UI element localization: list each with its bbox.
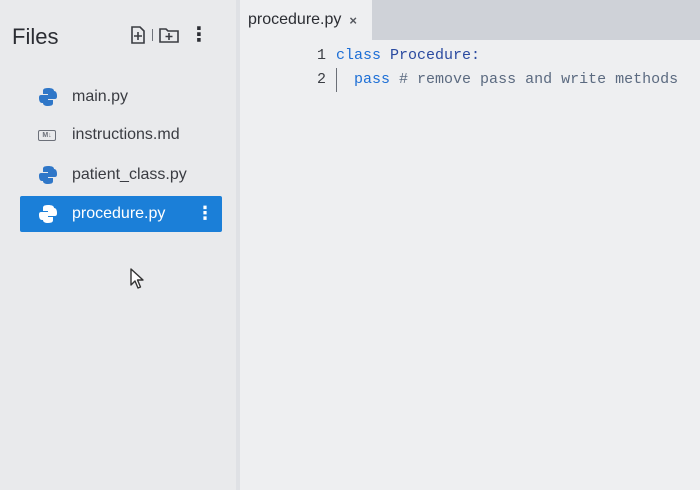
line-number-gutter: 1 2 xyxy=(280,44,336,92)
md-badge: M↓ xyxy=(38,129,56,141)
code-editor[interactable]: class Procedure: pass # remove pass and … xyxy=(336,44,678,92)
python-icon xyxy=(38,165,62,185)
code-keyword: pass xyxy=(354,71,391,88)
file-name: instructions.md xyxy=(72,126,180,143)
files-title: Files xyxy=(12,24,59,49)
mouse-pointer-icon xyxy=(130,268,144,289)
editor-area: procedure.py × 1 2 class Procedure: pass… xyxy=(240,0,700,490)
code-keyword: class xyxy=(336,47,382,64)
line-number: 2 xyxy=(316,71,326,88)
file-item-instructions[interactable]: M↓ instructions.md xyxy=(20,117,222,153)
close-tab-icon[interactable]: × xyxy=(349,13,357,28)
new-file-icon[interactable] xyxy=(130,26,146,44)
file-name: main.py xyxy=(72,88,129,105)
file-menu-icon[interactable]: ⋮ xyxy=(196,203,214,224)
markdown-icon: M↓ xyxy=(38,125,62,145)
code-line-2: pass # remove pass and write methods xyxy=(336,68,678,92)
file-name: procedure.py xyxy=(72,205,166,222)
code-class-name: Procedure: xyxy=(390,47,481,64)
code-comment: # remove pass and write methods xyxy=(399,71,679,88)
file-name: patient_class.py xyxy=(72,166,187,183)
action-separator xyxy=(152,29,153,41)
tab-procedure[interactable]: procedure.py × xyxy=(240,0,372,40)
sidebar-actions: ⋮ xyxy=(130,25,209,45)
python-icon xyxy=(38,87,62,107)
file-item-procedure[interactable]: procedure.py ⋮ xyxy=(20,196,222,232)
new-folder-icon[interactable] xyxy=(159,27,179,43)
tab-bar: procedure.py × xyxy=(240,0,700,40)
file-item-main[interactable]: main.py xyxy=(20,79,222,115)
sidebar-menu-icon[interactable]: ⋮ xyxy=(189,25,209,45)
file-item-patient-class[interactable]: patient_class.py xyxy=(20,157,222,193)
file-sidebar: Files ⋮ main.py M↓ instructions.md patie… xyxy=(0,0,236,490)
tab-label: procedure.py xyxy=(248,11,342,28)
line-number: 1 xyxy=(316,47,326,64)
python-icon xyxy=(38,204,62,224)
code-line-1: class Procedure: xyxy=(336,44,678,68)
